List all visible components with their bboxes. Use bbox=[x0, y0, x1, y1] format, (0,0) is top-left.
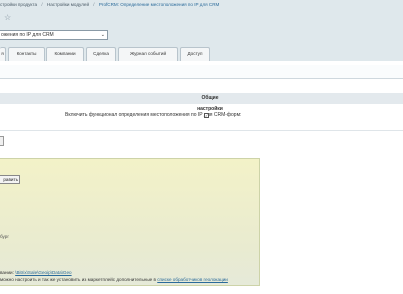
note-fragment: бург bbox=[0, 234, 10, 239]
breadcrumb-item[interactable]: Настройки модулей bbox=[47, 2, 89, 7]
tab-companies[interactable]: Компании bbox=[46, 47, 84, 61]
star-icon[interactable]: ☆ bbox=[4, 14, 11, 22]
breadcrumb: стройки продукта / Настройки модулей / P… bbox=[0, 2, 222, 7]
note-text: вании: bbox=[0, 270, 14, 275]
top-bar: стройки продукта / Настройки модулей / P… bbox=[0, 0, 403, 28]
note-line: вании: \Bitrix\Sale\Geoip\Data\Geo bbox=[0, 270, 72, 275]
breadcrumb-separator: / bbox=[93, 2, 95, 7]
module-select-value: ожения по IP для CRM bbox=[1, 32, 54, 38]
tab-label: Сделка bbox=[93, 51, 109, 56]
apply-button[interactable]: равить bbox=[0, 175, 20, 184]
module-select[interactable]: ожения по IP для CRM ⌄ bbox=[0, 30, 108, 40]
geolocation-handlers-link[interactable]: списке обработчиков геолокации bbox=[157, 277, 228, 282]
option-row: Включить функционал определения местопол… bbox=[0, 111, 403, 121]
chevron-down-icon: ⌄ bbox=[100, 32, 105, 38]
tab-label: Контакты bbox=[16, 51, 37, 56]
tab-label: я bbox=[1, 51, 4, 56]
enable-geoip-checkbox[interactable]: ✓ bbox=[204, 113, 209, 118]
tab-deals[interactable]: Сделка bbox=[86, 47, 116, 61]
tab-event-log[interactable]: Журнал событий bbox=[118, 47, 178, 61]
breadcrumb-item[interactable]: стройки продукта bbox=[0, 2, 37, 7]
tab-main[interactable]: я bbox=[0, 47, 6, 61]
note-line: можно настроить и так же установить из м… bbox=[0, 277, 228, 282]
tab-contacts[interactable]: Контакты bbox=[8, 47, 45, 61]
tab-label: Журнал событий bbox=[129, 51, 167, 56]
panel-toolbar bbox=[0, 65, 403, 79]
geo-class-link[interactable]: \Bitrix\Sale\Geoip\Data\Geo bbox=[15, 270, 71, 275]
info-note: равить бург вании: \Bitrix\Sale\Geoip\Da… bbox=[0, 158, 260, 286]
note-text: можно настроить и так же установить из м… bbox=[0, 277, 156, 282]
save-button[interactable] bbox=[0, 136, 4, 146]
tab-label: Доступ bbox=[187, 51, 203, 56]
tab-access[interactable]: Доступ bbox=[180, 47, 210, 61]
option-label: Включить функционал определения местопол… bbox=[65, 112, 242, 118]
tab-label: Компании bbox=[54, 51, 76, 56]
section-header: Общие настройки bbox=[0, 93, 403, 112]
breadcrumb-separator: / bbox=[41, 2, 43, 7]
divider bbox=[0, 130, 403, 131]
breadcrumb-current: ProfCRM: Определение местоположения по I… bbox=[98, 2, 220, 7]
